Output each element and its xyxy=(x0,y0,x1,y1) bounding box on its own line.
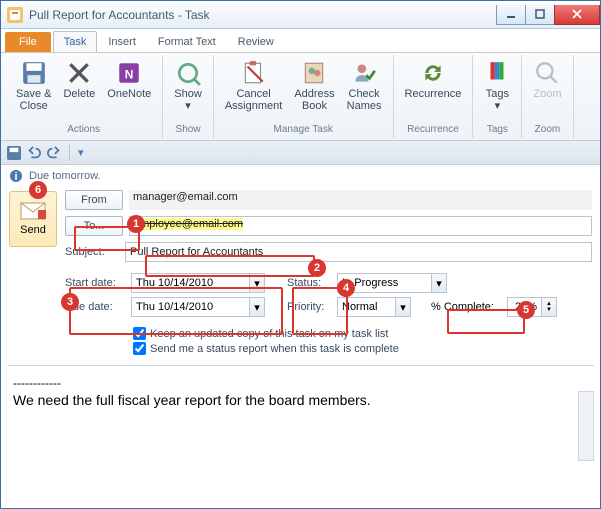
ribbon-tabs: File Task Insert Format Text Review xyxy=(1,29,600,53)
envelope-icon xyxy=(20,202,46,220)
tab-format-text[interactable]: Format Text xyxy=(147,31,227,52)
status-report-checkbox[interactable] xyxy=(133,342,146,355)
tab-task[interactable]: Task xyxy=(53,31,98,52)
status-field[interactable]: ▾ xyxy=(337,273,447,293)
close-button[interactable] xyxy=(554,5,600,25)
to-field[interactable]: employee@email.com xyxy=(129,216,592,236)
tags-button[interactable]: Tags▾ xyxy=(479,57,515,115)
window-title: Pull Report for Accountants - Task xyxy=(29,8,497,22)
pct-complete-label: % Complete: xyxy=(431,301,501,313)
maximize-button[interactable] xyxy=(525,5,555,25)
tab-review[interactable]: Review xyxy=(227,31,285,52)
priority-field[interactable]: ▾ xyxy=(337,297,411,317)
info-bar: i Due tomorrow. xyxy=(1,165,600,187)
start-date-label: Start date: xyxy=(65,277,125,289)
save-close-button[interactable]: Save &Close xyxy=(11,57,56,115)
chevron-down-icon[interactable]: ▾ xyxy=(395,297,411,317)
scrollbar[interactable] xyxy=(578,391,594,461)
status-report-label: Send me a status report when this task i… xyxy=(150,343,399,355)
save-icon[interactable] xyxy=(7,146,21,160)
cancel-assignment-button[interactable]: CancelAssignment xyxy=(220,57,287,115)
subject-label: Subject: xyxy=(65,246,125,258)
info-text: Due tomorrow. xyxy=(29,170,101,182)
task-body[interactable]: ------------ We need the full fiscal yea… xyxy=(7,365,594,465)
priority-label: Priority: xyxy=(287,301,331,313)
redo-icon[interactable] xyxy=(47,146,61,160)
due-date-field[interactable]: ▾ xyxy=(131,297,265,317)
tab-insert[interactable]: Insert xyxy=(97,31,147,52)
chevron-down-icon[interactable]: ▾ xyxy=(249,297,265,317)
spinner-icon[interactable]: ▲▼ xyxy=(541,297,557,317)
send-button[interactable]: Send xyxy=(9,191,57,247)
delete-button[interactable]: Delete xyxy=(58,57,100,103)
chevron-down-icon[interactable]: ▾ xyxy=(431,273,447,293)
zoom-button: Zoom xyxy=(528,57,566,103)
ribbon: Save &Close Delete NOneNote Actions Show… xyxy=(1,53,600,141)
address-book-button[interactable]: AddressBook xyxy=(289,57,339,115)
undo-icon[interactable] xyxy=(27,146,41,160)
from-button[interactable]: From xyxy=(65,190,123,210)
recurrence-button[interactable]: Recurrence xyxy=(400,57,467,103)
tab-file[interactable]: File xyxy=(5,32,51,52)
svg-text:N: N xyxy=(125,67,134,81)
status-label: Status: xyxy=(287,277,331,289)
due-date-label: Due date: xyxy=(65,301,125,313)
from-value: manager@email.com xyxy=(129,190,592,210)
qat-dropdown-icon[interactable]: ▾ xyxy=(78,146,84,159)
to-button[interactable]: To... xyxy=(65,216,123,236)
minimize-button[interactable] xyxy=(496,5,526,25)
keep-copy-label: Keep an updated copy of this task on my … xyxy=(150,328,388,340)
svg-text:i: i xyxy=(14,171,17,183)
info-icon: i xyxy=(9,169,23,183)
onenote-button[interactable]: NOneNote xyxy=(102,57,156,103)
check-names-button[interactable]: CheckNames xyxy=(342,57,387,115)
subject-field[interactable] xyxy=(125,242,592,262)
keep-copy-checkbox[interactable] xyxy=(133,327,146,340)
window: Pull Report for Accountants - Task File … xyxy=(0,0,601,509)
app-icon xyxy=(7,7,23,23)
pct-complete-field[interactable]: ▲▼ xyxy=(507,297,557,317)
title-bar: Pull Report for Accountants - Task xyxy=(1,1,600,29)
chevron-down-icon[interactable]: ▾ xyxy=(249,273,265,293)
quick-access-toolbar: ▾ xyxy=(1,141,600,165)
task-form: Send From manager@email.com To... employ… xyxy=(1,187,600,359)
start-date-field[interactable]: ▾ xyxy=(131,273,265,293)
show-button[interactable]: Show▾ xyxy=(169,57,207,115)
